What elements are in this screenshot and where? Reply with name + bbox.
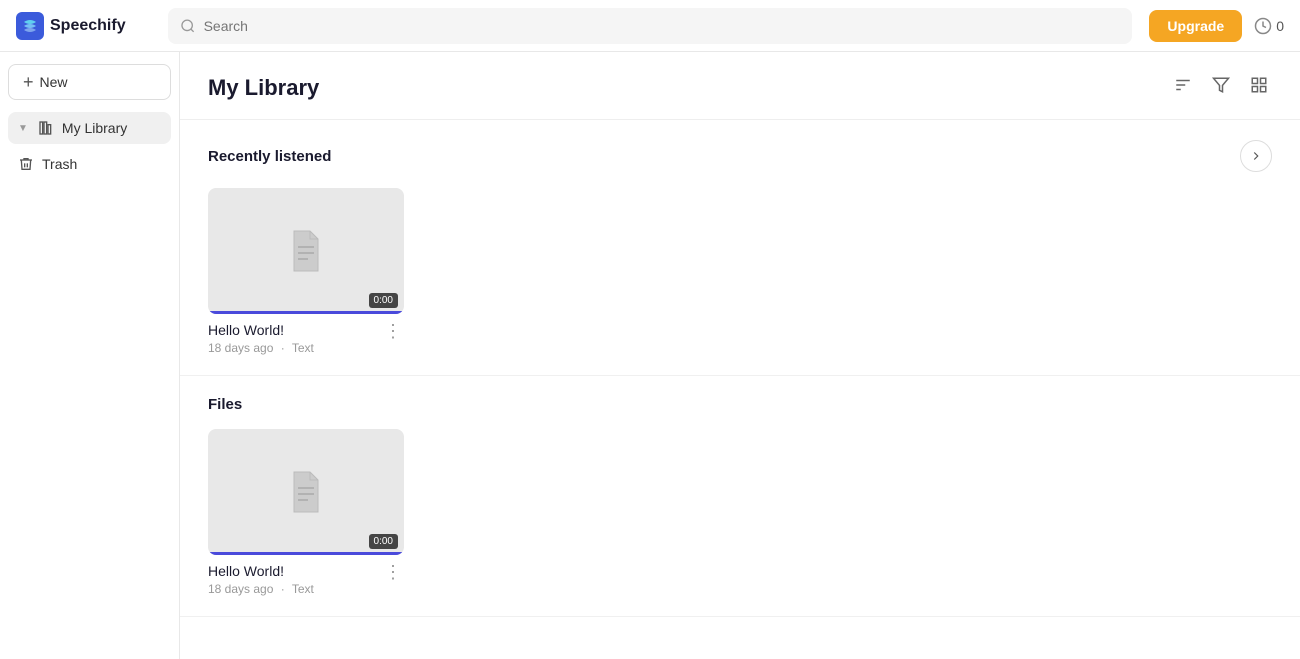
logo: Speechify	[16, 12, 156, 40]
library-icon	[38, 120, 54, 136]
card-menu-button[interactable]: ⋮	[382, 563, 404, 581]
card-thumbnail: 0:00	[208, 188, 404, 314]
speechify-logo-icon	[16, 12, 44, 40]
sidebar-item-trash[interactable]: Trash	[8, 148, 171, 180]
section-title: Recently listened	[208, 148, 331, 165]
search-input[interactable]	[204, 18, 1120, 34]
content-header: My Library	[180, 52, 1300, 120]
meta-time: 18 days ago	[208, 341, 273, 355]
card-info: Hello World! 18 days ago · Text ⋮	[208, 563, 404, 596]
cards-row: 0:00 Hello World! 18 days ago · Text	[208, 188, 1272, 355]
card-name: Hello World!	[208, 322, 314, 338]
meta-dot: ·	[281, 341, 285, 355]
credits-icon	[1254, 17, 1272, 35]
card-meta: 18 days ago · Text	[208, 341, 314, 355]
cards-row: 0:00 Hello World! 18 days ago · Text	[208, 429, 1272, 596]
card-info: Hello World! 18 days ago · Text ⋮	[208, 322, 404, 355]
section-title: Files	[208, 396, 242, 413]
filter-button[interactable]	[1208, 72, 1234, 103]
topnav-right: Upgrade 0	[1144, 10, 1284, 42]
document-icon	[286, 227, 326, 275]
chevron-icon: ▼	[18, 123, 28, 134]
credits-badge: 0	[1254, 17, 1284, 35]
section-header: Files	[208, 396, 1272, 413]
recently-listened-section: Recently listened	[180, 120, 1300, 376]
credits-count: 0	[1276, 18, 1284, 34]
section-header: Recently listened	[208, 140, 1272, 172]
meta-dot: ·	[281, 582, 285, 596]
page-title: My Library	[208, 75, 319, 101]
app-name: Speechify	[50, 17, 126, 35]
grid-view-button[interactable]	[1246, 72, 1272, 103]
section-next-button[interactable]	[1240, 140, 1272, 172]
time-badge: 0:00	[369, 293, 398, 308]
new-button-label: New	[40, 74, 68, 90]
grid-icon	[1250, 76, 1268, 94]
new-button[interactable]: + New	[8, 64, 171, 100]
filter-icon	[1212, 76, 1230, 94]
list-item[interactable]: 0:00 Hello World! 18 days ago · Text	[208, 188, 404, 355]
meta-type: Text	[292, 582, 314, 596]
meta-time: 18 days ago	[208, 582, 273, 596]
sort-icon	[1174, 76, 1192, 94]
plus-icon: +	[23, 73, 34, 91]
meta-type: Text	[292, 341, 314, 355]
upgrade-button[interactable]: Upgrade	[1149, 10, 1242, 42]
trash-icon	[18, 156, 34, 172]
top-nav: Speechify Upgrade 0	[0, 0, 1300, 52]
progress-bar	[208, 311, 404, 314]
card-thumbnail: 0:00	[208, 429, 404, 555]
chevron-right-icon	[1249, 149, 1263, 163]
sort-button[interactable]	[1170, 72, 1196, 103]
document-icon	[286, 468, 326, 516]
main-layout: + New ▼ My Library Trash My Library	[0, 52, 1300, 659]
header-actions	[1170, 72, 1272, 103]
sidebar-item-label: My Library	[62, 120, 127, 136]
content-area: My Library	[180, 52, 1300, 659]
list-item[interactable]: 0:00 Hello World! 18 days ago · Text	[208, 429, 404, 596]
card-menu-button[interactable]: ⋮	[382, 322, 404, 340]
card-name: Hello World!	[208, 563, 314, 579]
search-icon	[180, 18, 196, 34]
sidebar: + New ▼ My Library Trash	[0, 52, 180, 659]
sidebar-item-my-library[interactable]: ▼ My Library	[8, 112, 171, 144]
sidebar-item-label: Trash	[42, 156, 77, 172]
card-meta: 18 days ago · Text	[208, 582, 314, 596]
search-bar[interactable]	[168, 8, 1132, 44]
time-badge: 0:00	[369, 534, 398, 549]
files-section: Files 0:00	[180, 376, 1300, 617]
progress-bar	[208, 552, 404, 555]
